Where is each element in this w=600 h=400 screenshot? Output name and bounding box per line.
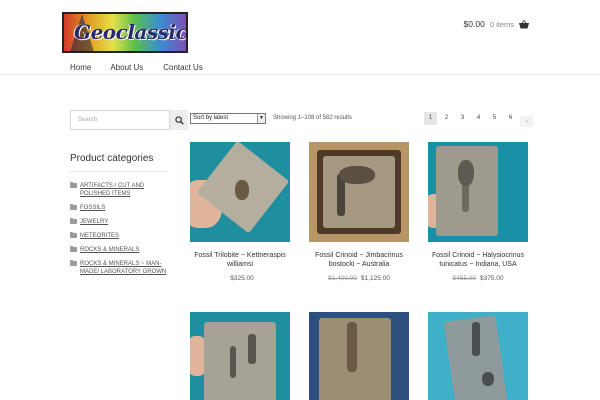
header-cart[interactable]: $0.00 0 items [464, 19, 529, 29]
crinoid-fossil [248, 334, 256, 364]
next-page-icon[interactable]: → [520, 116, 533, 127]
product-image[interactable] [190, 142, 290, 242]
category-item: FOSSILS [70, 204, 170, 212]
product-card[interactable]: Fossil Crinoid ~ Halysiocrinus tunicatus… [428, 142, 528, 282]
product-card[interactable] [190, 312, 290, 400]
category-link-jewelry[interactable]: JEWELRY [80, 218, 108, 226]
sale-price: $375.00 [480, 275, 504, 282]
category-link-lab-grown[interactable]: ROCKS & MINERALS ~ MAN-MADE/ LABORATORY … [80, 260, 170, 276]
crinoid-fossil [230, 346, 236, 378]
product-card[interactable]: Fossil Crinoid ~ Jimbacrinus bostocki ~ … [309, 142, 409, 282]
search-icon [174, 115, 184, 125]
page-6[interactable]: 6 [504, 112, 517, 125]
product-price: $325.00 [190, 275, 290, 282]
sale-price: $1,125.00 [361, 275, 390, 282]
folder-icon [70, 218, 77, 224]
crinoid-head [339, 166, 375, 184]
page-3[interactable]: 3 [456, 112, 469, 125]
category-link-meteorites[interactable]: METEORITES [80, 232, 119, 240]
chevron-down-icon: ▼ [257, 114, 265, 123]
product-image[interactable] [309, 142, 409, 242]
product-card[interactable] [309, 312, 409, 400]
crinoid-root [482, 372, 494, 386]
category-link-artifacts[interactable]: ARTIFACTS / CUT AND POLISHED ITEMS [80, 182, 170, 198]
primary-navigation: Home About Us Contact Us [70, 63, 203, 72]
header-divider [0, 74, 600, 75]
folder-icon [70, 204, 77, 210]
product-title[interactable]: Fossil Crinoid ~ Jimbacrinus bostocki ~ … [309, 251, 409, 269]
product-image[interactable] [428, 142, 528, 242]
pagination: 1 2 3 4 5 6 → [424, 112, 533, 127]
category-item: ROCKS & MINERALS [70, 246, 170, 254]
category-link-fossils[interactable]: FOSSILS [80, 204, 105, 212]
cart-amount: $0.00 [463, 19, 485, 29]
category-item: JEWELRY [70, 218, 170, 226]
cart-count: 0 items [489, 19, 514, 29]
category-list: ARTIFACTS / CUT AND POLISHED ITEMS FOSSI… [70, 182, 170, 282]
result-count: Showing 1–108 of 582 results [273, 115, 353, 121]
product-image[interactable] [190, 312, 290, 400]
product-price: $1,400.00 $1,125.00 [309, 275, 409, 282]
nav-about-us[interactable]: About Us [110, 63, 143, 72]
sale-price: $325.00 [230, 275, 254, 282]
logo-text: Geoclassics [74, 20, 188, 44]
crinoid-head [458, 160, 474, 186]
category-item: ARTIFACTS / CUT AND POLISHED ITEMS [70, 182, 170, 198]
page-1[interactable]: 1 [424, 112, 437, 125]
category-item: ROCKS & MINERALS ~ MAN-MADE/ LABORATORY … [70, 260, 170, 276]
product-image[interactable] [309, 312, 409, 400]
search-button[interactable] [170, 110, 188, 130]
sort-select[interactable]: Sort by latest ▼ [190, 113, 266, 124]
category-item: METEORITES [70, 232, 170, 240]
category-link-rocks-minerals[interactable]: ROCKS & MINERALS [80, 246, 139, 254]
product-price: $455.00 $375.00 [428, 275, 528, 282]
nav-home[interactable]: Home [70, 63, 91, 72]
folder-icon [70, 260, 77, 266]
trilobite-fossil [235, 180, 249, 200]
page-5[interactable]: 5 [488, 112, 501, 125]
sort-selected-value: Sort by latest [193, 115, 229, 121]
product-title[interactable]: Fossil Trilobite ~ Kettneraspis williams… [190, 251, 290, 269]
specimen-rock [204, 322, 276, 400]
regular-price: $455.00 [452, 275, 477, 282]
site-logo[interactable]: Geoclassics [62, 12, 188, 53]
product-image[interactable] [428, 312, 528, 400]
page-4[interactable]: 4 [472, 112, 485, 125]
search-input[interactable]: Search [70, 110, 170, 130]
crinoid-fossil [347, 322, 357, 372]
basket-icon [519, 19, 529, 28]
crinoid-fossil [472, 322, 480, 356]
page-2[interactable]: 2 [440, 112, 453, 125]
folder-icon [70, 246, 77, 252]
product-card[interactable]: Fossil Trilobite ~ Kettneraspis williams… [190, 142, 290, 282]
product-card[interactable] [428, 312, 528, 400]
product-title[interactable]: Fossil Crinoid ~ Halysiocrinus tunicatus… [428, 251, 528, 269]
nav-contact-us[interactable]: Contact Us [163, 63, 203, 72]
folder-icon [70, 182, 77, 188]
product-categories-heading: Product categories [70, 153, 154, 164]
categories-divider [70, 171, 168, 172]
regular-price: $1,400.00 [328, 275, 357, 282]
folder-icon [70, 232, 77, 238]
